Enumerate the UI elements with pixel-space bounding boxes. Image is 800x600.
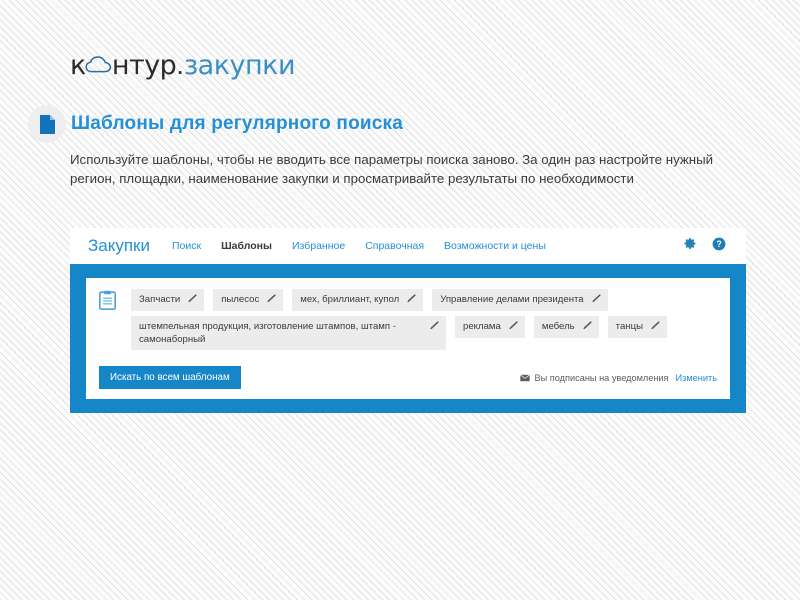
template-tag[interactable]: реклама [455, 316, 525, 338]
template-tag-label: пылесос [221, 294, 260, 305]
nav-item-features-prices[interactable]: Возможности и цены [444, 240, 546, 252]
change-subscription-link[interactable]: Изменить [676, 373, 717, 383]
template-tag-label: танцы [615, 321, 643, 332]
nav-item-help-center[interactable]: Справочная [365, 240, 424, 252]
app-header: Закупки Поиск Шаблоны Избранное Справочн… [70, 228, 746, 264]
help-icon[interactable]: ? [712, 237, 726, 256]
nav-item-search[interactable]: Поиск [172, 240, 201, 252]
templates-card: Запчасти пылесос мех, бриллиант, купол У… [86, 278, 730, 399]
template-tag[interactable]: мех, бриллиант, купол [292, 289, 424, 311]
app-brand[interactable]: Закупки [88, 236, 150, 256]
template-tag[interactable]: штемпельная продукция, изготовление штам… [131, 316, 446, 350]
pencil-icon[interactable] [651, 320, 660, 334]
template-tag[interactable]: пылесос [213, 289, 284, 311]
app-body: Запчасти пылесос мех, бриллиант, купол У… [70, 257, 746, 413]
template-tag-label: штемпельная продукция, изготовление штам… [139, 321, 396, 345]
clipboard-icon [99, 289, 123, 315]
template-tag-label: Запчасти [139, 294, 181, 305]
logo-text-suffix: закупки [183, 50, 296, 81]
pencil-icon[interactable] [509, 320, 518, 334]
subscription-text: Вы подписаны на уведомления [534, 372, 669, 383]
tag-row: штемпельная продукция, изготовление штам… [131, 316, 717, 350]
template-tag[interactable]: Управление делами президента [432, 289, 608, 311]
tag-lists: Запчасти пылесос мех, бриллиант, купол У… [123, 289, 717, 355]
heading-row: Шаблоны для регулярного поиска [28, 105, 403, 143]
template-tag-label: реклама [463, 321, 501, 332]
subscription-status: Вы подписаны на уведомления Изменить [519, 372, 717, 383]
app-header-icons: ? [684, 237, 746, 256]
logo-text-middle: нтур [111, 50, 177, 81]
svg-text:?: ? [716, 238, 721, 248]
pencil-icon[interactable] [267, 293, 277, 307]
logo-text-dot: . [176, 50, 184, 80]
template-tag-label: мебель [541, 321, 575, 332]
template-tag[interactable]: Запчасти [131, 289, 205, 311]
search-all-templates-button[interactable]: Искать по всем шаблонам [99, 366, 241, 389]
template-tag-label: Управление делами президента [440, 294, 584, 305]
cloud-icon [85, 55, 112, 74]
active-tab-indicator [130, 257, 144, 264]
nav-item-templates[interactable]: Шаблоны [221, 240, 272, 252]
template-tag[interactable]: мебель [533, 316, 599, 338]
card-footer: Искать по всем шаблонам Вы подписаны на … [99, 366, 717, 389]
logo-text-prefix: к [70, 50, 86, 81]
template-tag[interactable]: танцы [607, 316, 667, 338]
brand-logo: к нтур . закупки [70, 50, 296, 84]
pencil-icon[interactable] [407, 293, 416, 307]
app-screenshot: Закупки Поиск Шаблоны Избранное Справочн… [70, 228, 746, 413]
pencil-icon[interactable] [430, 320, 439, 334]
document-icon [28, 105, 66, 143]
template-tag-label: мех, бриллиант, купол [300, 294, 400, 305]
gear-icon[interactable] [684, 237, 697, 255]
slide: к нтур . закупки Шаблоны для регулярного… [0, 0, 800, 600]
pencil-icon[interactable] [592, 293, 601, 307]
envelope-icon [519, 374, 530, 382]
pencil-icon[interactable] [583, 320, 592, 334]
nav-item-favorites[interactable]: Избранное [292, 240, 345, 252]
template-tag-region: Запчасти пылесос мех, бриллиант, купол У… [99, 289, 717, 355]
tag-row: Запчасти пылесос мех, бриллиант, купол У… [131, 289, 717, 311]
page-title: Шаблоны для регулярного поиска [71, 113, 404, 134]
pencil-icon[interactable] [188, 293, 197, 307]
intro-paragraph: Используйте шаблоны, чтобы не вводить вс… [70, 152, 714, 186]
